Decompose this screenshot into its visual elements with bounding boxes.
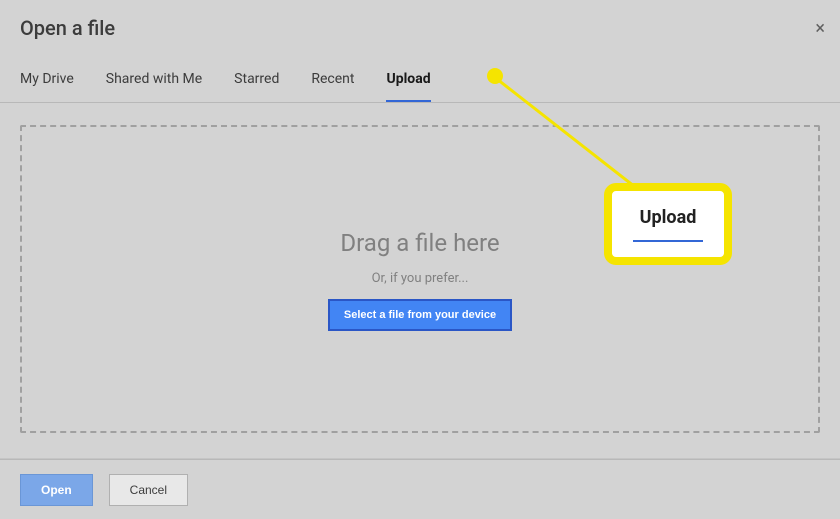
drag-prompt-text: Drag a file here [340, 229, 499, 257]
dialog-footer: Open Cancel [0, 459, 840, 519]
dialog-header: Open a file × [0, 0, 840, 55]
close-icon[interactable]: × [815, 20, 825, 38]
tab-my-drive[interactable]: My Drive [20, 57, 74, 101]
annotation-underline [633, 240, 703, 242]
dialog-title: Open a file [20, 16, 115, 40]
annotation-callout-text: Upload [640, 207, 697, 228]
tab-starred[interactable]: Starred [234, 57, 279, 101]
tab-bar: My Drive Shared with Me Starred Recent U… [0, 55, 840, 103]
tab-upload[interactable]: Upload [386, 57, 430, 101]
file-dropzone[interactable]: Drag a file here Or, if you prefer... Se… [20, 125, 820, 433]
cancel-button[interactable]: Cancel [109, 474, 188, 506]
select-file-button[interactable]: Select a file from your device [329, 300, 511, 330]
open-button[interactable]: Open [20, 474, 93, 506]
annotation-dot-icon [487, 68, 503, 84]
annotation-callout: Upload [604, 183, 732, 265]
tab-recent[interactable]: Recent [311, 57, 354, 101]
tab-shared-with-me[interactable]: Shared with Me [106, 57, 202, 101]
tab-content-upload: Drag a file here Or, if you prefer... Se… [0, 103, 840, 458]
or-prefer-text: Or, if you prefer... [372, 271, 469, 286]
